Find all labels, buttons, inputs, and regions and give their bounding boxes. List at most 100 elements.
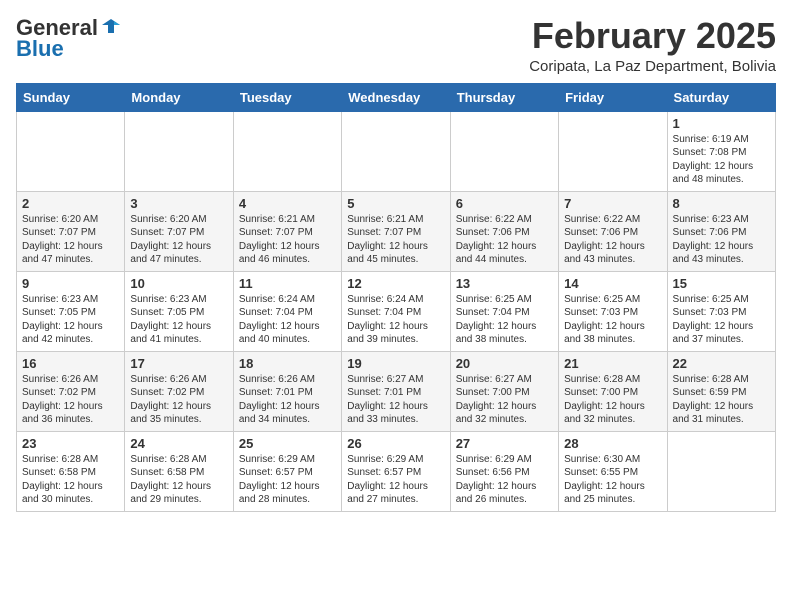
weekday-wednesday: Wednesday xyxy=(342,83,450,111)
calendar-cell xyxy=(559,111,667,191)
day-number: 19 xyxy=(347,356,444,371)
day-number: 8 xyxy=(673,196,770,211)
day-number: 2 xyxy=(22,196,119,211)
calendar-cell xyxy=(125,111,233,191)
calendar-cell: 4 Sunrise: 6:21 AM Sunset: 7:07 PM Daylig… xyxy=(233,191,341,271)
day-info: Sunrise: 6:30 AM Sunset: 6:55 PM Dayligh… xyxy=(564,453,661,507)
day-number: 17 xyxy=(130,356,227,371)
weekday-monday: Monday xyxy=(125,83,233,111)
weekday-saturday: Saturday xyxy=(667,83,775,111)
logo-blue-text: Blue xyxy=(16,38,64,60)
calendar-table: SundayMondayTuesdayWednesdayThursdayFrid… xyxy=(16,83,776,512)
calendar-cell: 14 Sunrise: 6:25 AM Sunset: 7:03 PM Dayli… xyxy=(559,271,667,351)
title-block: February 2025 Coripata, La Paz Departmen… xyxy=(529,16,776,75)
calendar-cell: 25 Sunrise: 6:29 AM Sunset: 6:57 PM Dayli… xyxy=(233,431,341,511)
day-info: Sunrise: 6:25 AM Sunset: 7:04 PM Dayligh… xyxy=(456,293,553,347)
calendar-cell xyxy=(17,111,125,191)
day-number: 18 xyxy=(239,356,336,371)
calendar-week-2: 9 Sunrise: 6:23 AM Sunset: 7:05 PM Daylig… xyxy=(17,271,776,351)
day-number: 3 xyxy=(130,196,227,211)
day-info: Sunrise: 6:28 AM Sunset: 6:58 PM Dayligh… xyxy=(130,453,227,507)
calendar-week-1: 2 Sunrise: 6:20 AM Sunset: 7:07 PM Daylig… xyxy=(17,191,776,271)
weekday-sunday: Sunday xyxy=(17,83,125,111)
calendar-cell: 17 Sunrise: 6:26 AM Sunset: 7:02 PM Dayli… xyxy=(125,351,233,431)
logo: General Blue xyxy=(16,16,122,60)
day-info: Sunrise: 6:24 AM Sunset: 7:04 PM Dayligh… xyxy=(239,293,336,347)
day-number: 24 xyxy=(130,436,227,451)
calendar-cell: 18 Sunrise: 6:26 AM Sunset: 7:01 PM Dayli… xyxy=(233,351,341,431)
day-info: Sunrise: 6:22 AM Sunset: 7:06 PM Dayligh… xyxy=(564,213,661,267)
logo-bird-icon xyxy=(100,15,122,37)
calendar-cell xyxy=(667,431,775,511)
calendar-cell: 24 Sunrise: 6:28 AM Sunset: 6:58 PM Dayli… xyxy=(125,431,233,511)
calendar-cell: 16Sunrise: 6:26 AM Sunset: 7:02 PM Dayli… xyxy=(17,351,125,431)
calendar-cell: 8Sunrise: 6:23 AM Sunset: 7:06 PM Daylig… xyxy=(667,191,775,271)
calendar-cell: 26 Sunrise: 6:29 AM Sunset: 6:57 PM Dayli… xyxy=(342,431,450,511)
day-info: Sunrise: 6:26 AM Sunset: 7:02 PM Dayligh… xyxy=(130,373,227,427)
weekday-header-row: SundayMondayTuesdayWednesdayThursdayFrid… xyxy=(17,83,776,111)
calendar-cell: 13 Sunrise: 6:25 AM Sunset: 7:04 PM Dayli… xyxy=(450,271,558,351)
calendar-cell: 9 Sunrise: 6:23 AM Sunset: 7:05 PM Daylig… xyxy=(17,271,125,351)
day-info: Sunrise: 6:29 AM Sunset: 6:57 PM Dayligh… xyxy=(347,453,444,507)
day-number: 4 xyxy=(239,196,336,211)
day-info: Sunrise: 6:27 AM Sunset: 7:00 PM Dayligh… xyxy=(456,373,553,427)
day-info: Sunrise: 6:21 AM Sunset: 7:07 PM Dayligh… xyxy=(239,213,336,267)
day-info: Sunrise: 6:22 AM Sunset: 7:06 PM Dayligh… xyxy=(456,213,553,267)
day-number: 25 xyxy=(239,436,336,451)
calendar-cell: 21 Sunrise: 6:28 AM Sunset: 7:00 PM Dayli… xyxy=(559,351,667,431)
day-info: Sunrise: 6:28 AM Sunset: 7:00 PM Dayligh… xyxy=(564,373,661,427)
calendar-cell: 22Sunrise: 6:28 AM Sunset: 6:59 PM Dayli… xyxy=(667,351,775,431)
day-info: Sunrise: 6:27 AM Sunset: 7:01 PM Dayligh… xyxy=(347,373,444,427)
day-number: 28 xyxy=(564,436,661,451)
calendar-cell: 23 Sunrise: 6:28 AM Sunset: 6:58 PM Dayli… xyxy=(17,431,125,511)
day-number: 23 xyxy=(22,436,119,451)
day-info: Sunrise: 6:28 AM Sunset: 6:59 PM Dayligh… xyxy=(673,373,770,427)
calendar-cell: 20 Sunrise: 6:27 AM Sunset: 7:00 PM Dayli… xyxy=(450,351,558,431)
calendar-cell: 2 Sunrise: 6:20 AM Sunset: 7:07 PM Daylig… xyxy=(17,191,125,271)
day-number: 21 xyxy=(564,356,661,371)
day-info: Sunrise: 6:23 AM Sunset: 7:05 PM Dayligh… xyxy=(130,293,227,347)
day-number: 9 xyxy=(22,276,119,291)
calendar-cell: 15Sunrise: 6:25 AM Sunset: 7:03 PM Dayli… xyxy=(667,271,775,351)
day-info: Sunrise: 6:24 AM Sunset: 7:04 PM Dayligh… xyxy=(347,293,444,347)
weekday-tuesday: Tuesday xyxy=(233,83,341,111)
calendar-body: 1Sunrise: 6:19 AM Sunset: 7:08 PM Daylig… xyxy=(17,111,776,511)
calendar-cell: 12 Sunrise: 6:24 AM Sunset: 7:04 PM Dayli… xyxy=(342,271,450,351)
day-info: Sunrise: 6:25 AM Sunset: 7:03 PM Dayligh… xyxy=(564,293,661,347)
day-info: Sunrise: 6:21 AM Sunset: 7:07 PM Dayligh… xyxy=(347,213,444,267)
calendar-week-0: 1Sunrise: 6:19 AM Sunset: 7:08 PM Daylig… xyxy=(17,111,776,191)
day-number: 10 xyxy=(130,276,227,291)
day-number: 13 xyxy=(456,276,553,291)
day-number: 27 xyxy=(456,436,553,451)
calendar-cell: 27 Sunrise: 6:29 AM Sunset: 6:56 PM Dayli… xyxy=(450,431,558,511)
day-number: 6 xyxy=(456,196,553,211)
calendar-cell: 1Sunrise: 6:19 AM Sunset: 7:08 PM Daylig… xyxy=(667,111,775,191)
day-number: 12 xyxy=(347,276,444,291)
day-number: 11 xyxy=(239,276,336,291)
calendar-cell: 5Sunrise: 6:21 AM Sunset: 7:07 PM Daylig… xyxy=(342,191,450,271)
calendar-week-4: 23 Sunrise: 6:28 AM Sunset: 6:58 PM Dayli… xyxy=(17,431,776,511)
day-number: 16 xyxy=(22,356,119,371)
calendar-cell xyxy=(233,111,341,191)
calendar-cell xyxy=(342,111,450,191)
day-info: Sunrise: 6:28 AM Sunset: 6:58 PM Dayligh… xyxy=(22,453,119,507)
calendar-header: SundayMondayTuesdayWednesdayThursdayFrid… xyxy=(17,83,776,111)
weekday-thursday: Thursday xyxy=(450,83,558,111)
day-number: 7 xyxy=(564,196,661,211)
calendar-cell: 6 Sunrise: 6:22 AM Sunset: 7:06 PM Daylig… xyxy=(450,191,558,271)
day-info: Sunrise: 6:29 AM Sunset: 6:56 PM Dayligh… xyxy=(456,453,553,507)
day-number: 20 xyxy=(456,356,553,371)
day-info: Sunrise: 6:26 AM Sunset: 7:01 PM Dayligh… xyxy=(239,373,336,427)
month-year: February 2025 xyxy=(529,16,776,56)
calendar-week-3: 16 Sunrise: 6:26 AM Sunset: 7:02 PM Dayli… xyxy=(17,351,776,431)
calendar-cell: 3Sunrise: 6:20 AM Sunset: 7:07 PM Daylig… xyxy=(125,191,233,271)
calendar-cell: 19 Sunrise: 6:27 AM Sunset: 7:01 PM Dayli… xyxy=(342,351,450,431)
calendar-cell: 28 Sunrise: 6:30 AM Sunset: 6:55 PM Dayli… xyxy=(559,431,667,511)
day-info: Sunrise: 6:29 AM Sunset: 6:57 PM Dayligh… xyxy=(239,453,336,507)
day-number: 26 xyxy=(347,436,444,451)
day-info: Sunrise: 6:20 AM Sunset: 7:07 PM Dayligh… xyxy=(22,213,119,267)
day-number: 14 xyxy=(564,276,661,291)
location: Coripata, La Paz Department, Bolivia xyxy=(529,58,776,75)
day-info: Sunrise: 6:23 AM Sunset: 7:05 PM Dayligh… xyxy=(22,293,119,347)
weekday-friday: Friday xyxy=(559,83,667,111)
